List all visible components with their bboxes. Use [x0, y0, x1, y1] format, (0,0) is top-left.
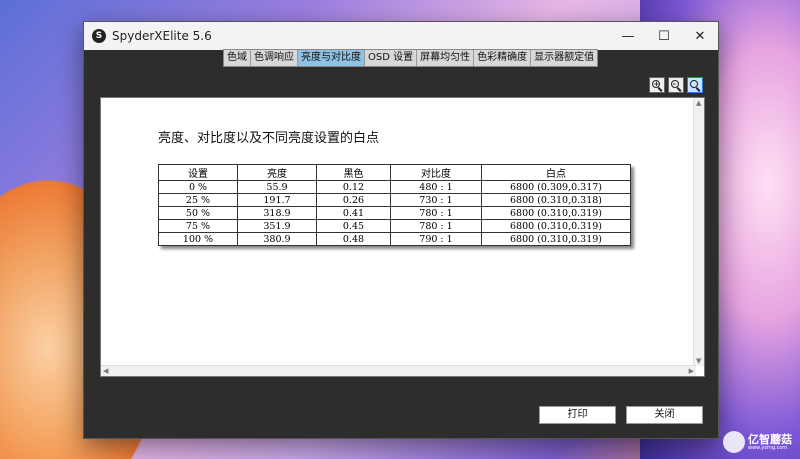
cell-black: 0.26 [316, 193, 391, 207]
cell-contrast: 780 : 1 [390, 219, 482, 233]
scroll-down-icon[interactable]: ▼ [696, 357, 701, 365]
print-button[interactable]: 打印 [539, 406, 616, 424]
window-title: SpyderXElite 5.6 [112, 29, 212, 43]
tab-gamut[interactable]: 色域 [224, 50, 251, 66]
scroll-up-icon[interactable]: ▲ [696, 99, 701, 107]
cell-contrast: 790 : 1 [390, 232, 482, 246]
column-header-brightness: 亮度 [237, 164, 317, 181]
cell-brightness: 380.9 [237, 232, 317, 246]
report-view: 亮度、对比度以及不同亮度设置的白点 设置 亮度 黑色 对比度 白点 0 % 55… [100, 97, 705, 377]
horizontal-scrollbar[interactable]: ◀ ▶ [101, 365, 696, 376]
watermark-name: 亿智蘑菇 [748, 432, 792, 446]
cell-setting: 75 % [158, 219, 238, 233]
cell-white-point: 6800 (0.310,0.319) [481, 219, 631, 233]
mushroom-icon [723, 431, 745, 453]
vertical-scrollbar[interactable]: ▲ ▼ [693, 98, 704, 366]
cell-black: 0.12 [316, 180, 391, 194]
cell-black: 0.45 [316, 219, 391, 233]
brightness-table: 设置 亮度 黑色 对比度 白点 0 % 55.9 0.12 480 : 1 68… [158, 164, 631, 246]
close-button[interactable]: 关闭 [626, 406, 703, 424]
tab-bar: 色域 色调响应 亮度与对比度 OSD 设置 屏幕均匀性 色彩精确度 显示器额定值 [223, 49, 599, 67]
cell-black: 0.48 [316, 232, 391, 246]
cell-white-point: 6800 (0.309,0.317) [481, 180, 631, 194]
table-row: 25 % 191.7 0.26 730 : 1 6800 (0.310,0.31… [158, 193, 631, 207]
cell-contrast: 730 : 1 [390, 193, 482, 207]
column-header-contrast: 对比度 [390, 164, 482, 181]
watermark-url: www.yzmg.com [748, 444, 788, 451]
cell-setting: 0 % [158, 180, 238, 194]
cell-contrast: 780 : 1 [390, 206, 482, 220]
cell-contrast: 480 : 1 [390, 180, 482, 194]
table-header-row: 设置 亮度 黑色 对比度 白点 [158, 164, 631, 181]
cell-white-point: 6800 (0.310,0.319) [481, 232, 631, 246]
zoom-in-icon[interactable]: + [649, 77, 665, 93]
cell-brightness: 55.9 [237, 180, 317, 194]
watermark-logo: 亿智蘑菇 www.yzmg.com [723, 431, 792, 453]
column-header-white-point: 白点 [481, 164, 631, 181]
table-row: 75 % 351.9 0.45 780 : 1 6800 (0.310,0.31… [158, 219, 631, 233]
cell-white-point: 6800 (0.310,0.318) [481, 193, 631, 207]
column-header-setting: 设置 [158, 164, 238, 181]
cell-setting: 50 % [158, 206, 238, 220]
zoom-out-icon[interactable]: – [668, 77, 684, 93]
zoom-toolbar: + – [649, 77, 703, 93]
cell-black: 0.41 [316, 206, 391, 220]
cell-setting: 100 % [158, 232, 238, 246]
cell-brightness: 191.7 [237, 193, 317, 207]
maximize-button[interactable]: ☐ [646, 22, 682, 50]
table-row: 50 % 318.9 0.41 780 : 1 6800 (0.310,0.31… [158, 206, 631, 220]
column-header-black: 黑色 [316, 164, 391, 181]
tab-brightness-contrast[interactable]: 亮度与对比度 [298, 50, 365, 66]
tab-display-rating[interactable]: 显示器额定值 [531, 50, 597, 66]
table-row: 0 % 55.9 0.12 480 : 1 6800 (0.309,0.317) [158, 180, 631, 194]
report-title: 亮度、对比度以及不同亮度设置的白点 [158, 131, 380, 146]
scroll-left-icon[interactable]: ◀ [103, 367, 108, 375]
scroll-right-icon[interactable]: ▶ [689, 367, 694, 375]
zoom-fit-icon[interactable] [687, 77, 703, 93]
tab-osd-settings[interactable]: OSD 设置 [365, 50, 418, 66]
title-bar[interactable]: S SpyderXElite 5.6 — ☐ ✕ [84, 22, 718, 50]
close-window-button[interactable]: ✕ [682, 22, 718, 50]
cell-brightness: 351.9 [237, 219, 317, 233]
cell-white-point: 6800 (0.310,0.319) [481, 206, 631, 220]
cell-brightness: 318.9 [237, 206, 317, 220]
tab-color-accuracy[interactable]: 色彩精确度 [474, 50, 532, 66]
tab-uniformity[interactable]: 屏幕均匀性 [417, 50, 475, 66]
minimize-button[interactable]: — [610, 22, 646, 50]
tab-tone-response[interactable]: 色调响应 [251, 50, 298, 66]
app-window: S SpyderXElite 5.6 — ☐ ✕ 色域 色调响应 亮度与对比度 … [83, 21, 719, 439]
table-row: 100 % 380.9 0.48 790 : 1 6800 (0.310,0.3… [158, 232, 631, 246]
cell-setting: 25 % [158, 193, 238, 207]
app-icon: S [92, 29, 106, 43]
